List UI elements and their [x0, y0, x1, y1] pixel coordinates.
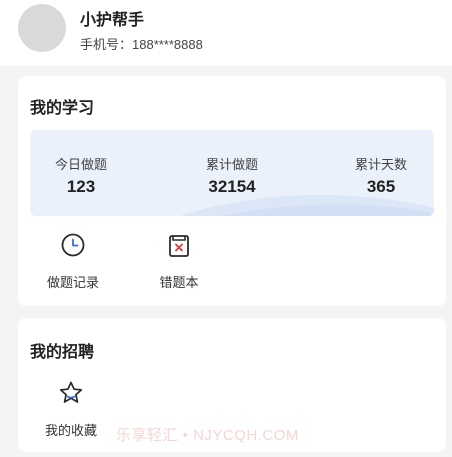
star-icon — [59, 381, 83, 403]
stat-total-questions-value: 32154 — [208, 177, 256, 196]
practice-record-label: 做题记录 — [46, 275, 99, 290]
stat-total-days-value: 365 — [366, 177, 396, 196]
study-stats: 今日做题 123 累计做题 32154 累计天数 365 — [30, 130, 434, 216]
user-name: 小护帮手 — [80, 12, 145, 29]
profile-page: 小护帮手 手机号：188****8888 我的学习 今日做题 123 累计做题 … — [0, 0, 452, 457]
stat-total-days[interactable]: 累计天数 365 — [326, 154, 434, 197]
wrong-book-label: 错题本 — [159, 275, 199, 290]
stat-total-questions-label: 累计做题 — [205, 157, 258, 172]
stat-today[interactable]: 今日做题 123 — [30, 154, 136, 197]
stat-today-label: 今日做题 — [54, 157, 107, 172]
my-study-card: 我的学习 今日做题 123 累计做题 32154 累计天数 365 做题记录 错… — [18, 76, 446, 306]
my-favorites-button[interactable]: 我的收藏 — [36, 380, 106, 439]
clock-icon — [61, 233, 85, 257]
watermark: 乐享轻汇 • NJYCQH.COM — [116, 427, 299, 444]
wrong-book-icon — [169, 235, 189, 257]
stat-total-days-label: 累计天数 — [354, 157, 407, 172]
my-jobs-title: 我的招聘 — [30, 344, 95, 361]
stat-today-value: 123 — [66, 177, 96, 196]
avatar[interactable] — [18, 4, 66, 52]
practice-record-button[interactable]: 做题记录 — [38, 232, 108, 291]
my-study-title: 我的学习 — [30, 100, 95, 117]
my-favorites-label: 我的收藏 — [44, 423, 97, 438]
stat-total-questions[interactable]: 累计做题 32154 — [177, 154, 287, 197]
user-phone: 手机号：188****8888 — [80, 37, 203, 52]
wrong-book-button[interactable]: 错题本 — [144, 232, 214, 291]
profile-header[interactable]: 小护帮手 手机号：188****8888 — [0, 0, 452, 66]
